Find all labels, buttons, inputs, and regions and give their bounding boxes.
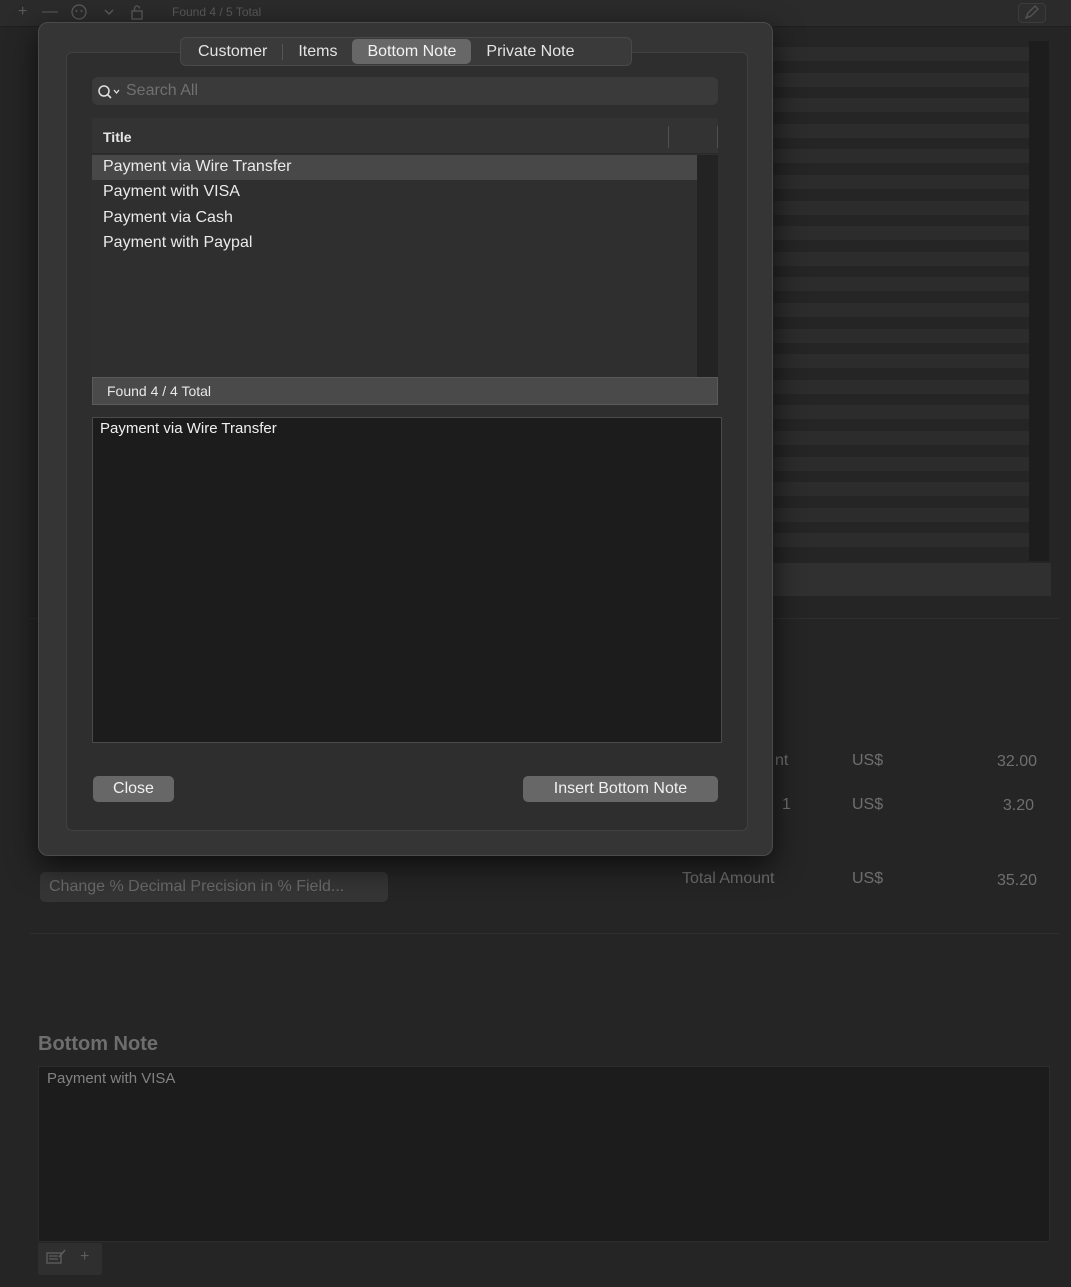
column-title-header[interactable]: Title: [103, 129, 132, 145]
background-table-row: [773, 98, 1029, 113]
search-icon[interactable]: [97, 84, 123, 100]
note-template-icon: [46, 1248, 66, 1266]
background-table-row: [773, 277, 1029, 292]
background-table-row: [773, 379, 1029, 394]
plus-icon: +: [80, 1248, 90, 1265]
lock-icon[interactable]: [130, 4, 144, 24]
background-table-row: [773, 328, 1029, 343]
background-table-row: [773, 251, 1029, 266]
summary-currency: US$: [852, 796, 884, 813]
note-actions-button[interactable]: +: [38, 1243, 102, 1275]
divider: [30, 933, 1060, 934]
total-amount-value: 35.20: [996, 872, 1037, 889]
background-table-row: [773, 175, 1029, 189]
summary-label: 1: [782, 796, 791, 813]
table-scrollbar[interactable]: [697, 155, 718, 377]
items-table: [773, 41, 1029, 557]
background-table-row: [773, 47, 1029, 61]
found-status-bar: Found 4 / 4 Total: [92, 377, 718, 405]
bottom-note-field[interactable]: Payment with VISA: [38, 1066, 1050, 1242]
background-table-row: [773, 149, 1029, 164]
note-preview-text: Payment via Wire Transfer: [100, 420, 277, 437]
summary-currency: US$: [852, 870, 884, 887]
summary-currency: US$: [852, 752, 884, 769]
notes-table: Title Payment via Wire Transfer Payment …: [92, 118, 718, 378]
table-row[interactable]: Payment with Paypal: [92, 231, 697, 256]
total-amount-label: Total Amount: [682, 870, 775, 887]
note-preview[interactable]: Payment via Wire Transfer: [92, 417, 722, 743]
summary-value: 3.20: [1002, 797, 1034, 814]
background-table-row: [773, 482, 1029, 497]
background-table-row: [773, 456, 1029, 471]
edit-icon[interactable]: [1018, 3, 1046, 23]
table-body: Payment via Wire Transfer Payment with V…: [92, 155, 697, 377]
tab-bar: Customer Items Bottom Note Private Note: [180, 37, 632, 66]
background-table-row: [773, 72, 1029, 87]
search-input[interactable]: [126, 80, 706, 102]
column-divider: [668, 126, 669, 148]
bottom-note-text: Payment with VISA: [47, 1070, 176, 1087]
items-table-scrollbar[interactable]: [1029, 41, 1049, 561]
background-table-row: [773, 507, 1029, 522]
background-table-row: [773, 200, 1029, 215]
close-button[interactable]: Close: [93, 776, 174, 802]
tab-customer[interactable]: Customer: [183, 39, 282, 64]
table-row[interactable]: Payment with VISA: [92, 180, 697, 205]
minus-icon[interactable]: —: [42, 4, 58, 20]
summary-value: 32.00: [996, 753, 1037, 770]
tab-items[interactable]: Items: [283, 39, 352, 64]
column-divider: [717, 126, 718, 148]
items-table-footer: [773, 563, 1051, 596]
summary-label: nt: [775, 752, 789, 769]
search-field[interactable]: [92, 77, 718, 105]
emoji-icon[interactable]: [70, 4, 88, 24]
background-table-row: [773, 354, 1029, 369]
background-table-row: [773, 226, 1029, 241]
background-table-row: [773, 405, 1029, 420]
found-count: Found 4 / 4 Total: [107, 383, 212, 399]
table-row[interactable]: Payment via Cash: [92, 206, 697, 231]
plus-icon[interactable]: +: [18, 4, 27, 20]
insert-bottom-note-button[interactable]: Insert Bottom Note: [523, 776, 718, 802]
bottom-note-heading: Bottom Note: [38, 1033, 158, 1055]
background-table-row: [773, 533, 1029, 548]
tab-bottom-note[interactable]: Bottom Note: [352, 39, 472, 64]
change-decimal-precision-button[interactable]: Change % Decimal Precision in % Field...: [40, 872, 388, 902]
toolbar-found-label: Found 4 / 5 Total: [172, 5, 262, 19]
background-table-row: [773, 431, 1029, 445]
background-table-row: [773, 303, 1029, 317]
chevron-down-icon[interactable]: [103, 4, 115, 24]
table-header: Title: [92, 118, 718, 154]
table-row[interactable]: Payment via Wire Transfer: [92, 155, 697, 180]
background-table-row: [773, 123, 1029, 138]
tab-private-note[interactable]: Private Note: [471, 39, 589, 64]
